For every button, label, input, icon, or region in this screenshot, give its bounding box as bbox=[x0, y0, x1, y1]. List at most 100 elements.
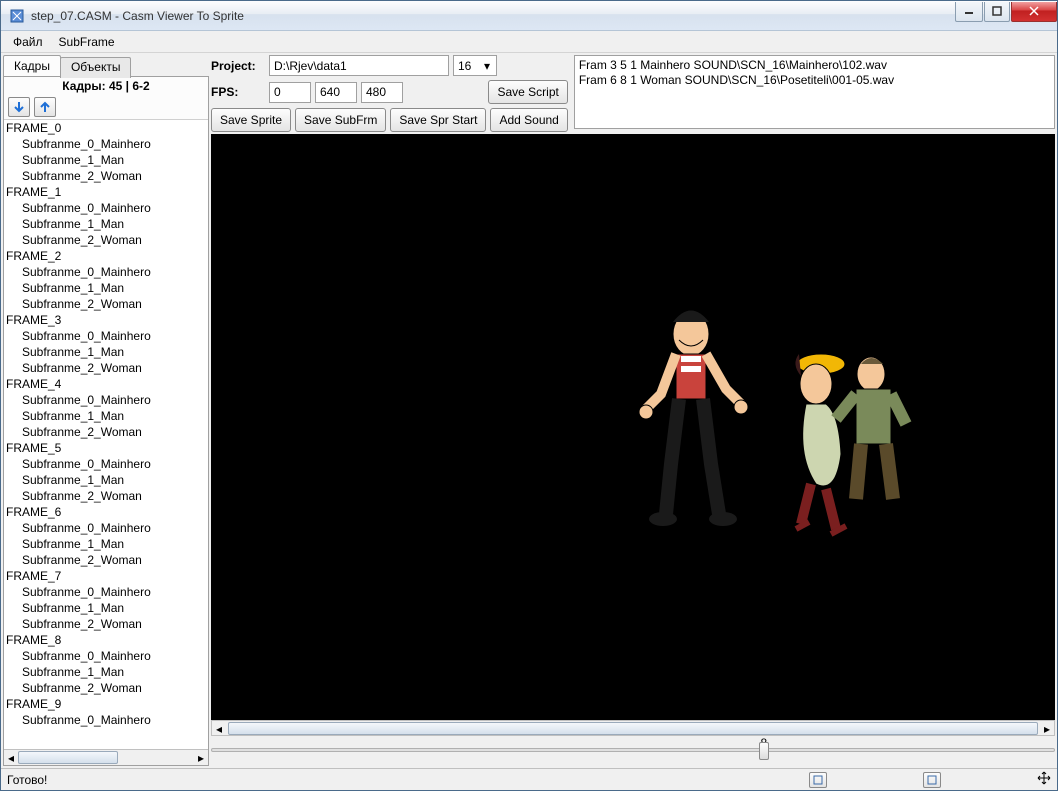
viewer-scroll-left-icon[interactable]: ◂ bbox=[212, 721, 226, 736]
scroll-right-icon[interactable]: ▸ bbox=[194, 750, 208, 765]
move-icon[interactable] bbox=[1037, 771, 1051, 788]
viewer-scroll-thumb[interactable] bbox=[228, 722, 1038, 735]
tree-subframe[interactable]: Subfranme_2_Woman bbox=[4, 360, 208, 376]
close-button[interactable] bbox=[1011, 2, 1057, 22]
tree-subframe[interactable]: Subfranme_2_Woman bbox=[4, 488, 208, 504]
arrow-up-button[interactable] bbox=[34, 97, 56, 117]
log-textbox[interactable]: Fram 3 5 1 Mainhero SOUND\SCN_16\Mainher… bbox=[574, 55, 1055, 129]
save-sprite-button[interactable]: Save Sprite bbox=[211, 108, 291, 132]
tab-frames[interactable]: Кадры bbox=[3, 55, 61, 76]
tree-subframe[interactable]: Subfranme_2_Woman bbox=[4, 296, 208, 312]
tree-frame[interactable]: FRAME_0 bbox=[4, 120, 208, 136]
slider-value-label: 8 bbox=[211, 736, 1055, 748]
chevron-down-icon: ▾ bbox=[480, 59, 494, 73]
viewer-wrap: ◂ ▸ 8 bbox=[211, 134, 1055, 766]
tree-subframe[interactable]: Subfranme_2_Woman bbox=[4, 552, 208, 568]
tree-frame[interactable]: FRAME_9 bbox=[4, 696, 208, 712]
tree-subframe[interactable]: Subfranme_2_Woman bbox=[4, 424, 208, 440]
slider-thumb[interactable] bbox=[759, 742, 769, 760]
add-sound-button[interactable]: Add Sound bbox=[490, 108, 567, 132]
tab-body-frames: Кадры: 45 | 6-2 FRAME_0Subfranme_0_Mainh… bbox=[3, 76, 209, 766]
tree-subframe[interactable]: Subfranme_0_Mainhero bbox=[4, 328, 208, 344]
minimize-button[interactable] bbox=[955, 2, 983, 22]
tree-subframe[interactable]: Subfranme_1_Man bbox=[4, 472, 208, 488]
tree-subframe[interactable]: Subfranme_1_Man bbox=[4, 536, 208, 552]
tree-frame[interactable]: FRAME_8 bbox=[4, 632, 208, 648]
sprite-mainhero bbox=[611, 304, 771, 544]
viewer-h-scrollbar[interactable]: ◂ ▸ bbox=[211, 720, 1055, 736]
content-area: Кадры Объекты Кадры: 45 | 6-2 FRAME_0Sub… bbox=[1, 53, 1057, 768]
left-panel: Кадры Объекты Кадры: 45 | 6-2 FRAME_0Sub… bbox=[3, 55, 209, 766]
maximize-button[interactable] bbox=[984, 2, 1010, 22]
window-title: step_07.CASM - Casm Viewer To Sprite bbox=[31, 9, 954, 23]
frames-header: Кадры: 45 | 6-2 bbox=[4, 77, 208, 95]
tree-subframe[interactable]: Subfranme_1_Man bbox=[4, 408, 208, 424]
tree-h-scrollbar[interactable]: ◂ ▸ bbox=[4, 749, 208, 765]
tree-frame[interactable]: FRAME_2 bbox=[4, 248, 208, 264]
tree-subframe[interactable]: Subfranme_2_Woman bbox=[4, 232, 208, 248]
frame-slider[interactable] bbox=[211, 748, 1055, 752]
height-input[interactable] bbox=[361, 82, 403, 103]
scene-dropdown[interactable]: 16 ▾ bbox=[453, 55, 497, 76]
status-text: Готово! bbox=[7, 773, 801, 787]
arrow-down-icon bbox=[13, 101, 25, 113]
status-icon-2[interactable] bbox=[923, 772, 941, 788]
menubar: Файл SubFrame bbox=[1, 31, 1057, 53]
tree-subframe[interactable]: Subfranme_2_Woman bbox=[4, 616, 208, 632]
tree-frame[interactable]: FRAME_3 bbox=[4, 312, 208, 328]
tab-objects[interactable]: Объекты bbox=[60, 57, 132, 78]
project-label: Project: bbox=[211, 59, 265, 73]
tree-subframe[interactable]: Subfranme_1_Man bbox=[4, 152, 208, 168]
viewer-scroll-right-icon[interactable]: ▸ bbox=[1040, 721, 1054, 736]
arrow-up-icon bbox=[39, 101, 51, 113]
tree-subframe[interactable]: Subfranme_1_Man bbox=[4, 216, 208, 232]
tree-subframe[interactable]: Subfranme_0_Mainhero bbox=[4, 200, 208, 216]
arrow-down-button[interactable] bbox=[8, 97, 30, 117]
menu-subframe[interactable]: SubFrame bbox=[51, 33, 123, 51]
tree-frame[interactable]: FRAME_5 bbox=[4, 440, 208, 456]
width-input[interactable] bbox=[315, 82, 357, 103]
tree-frame[interactable]: FRAME_7 bbox=[4, 568, 208, 584]
tree-frame[interactable]: FRAME_6 bbox=[4, 504, 208, 520]
titlebar[interactable]: step_07.CASM - Casm Viewer To Sprite bbox=[1, 1, 1057, 31]
tree-subframe[interactable]: Subfranme_0_Mainhero bbox=[4, 136, 208, 152]
save-spr-start-button[interactable]: Save Spr Start bbox=[390, 108, 486, 132]
scroll-left-icon[interactable]: ◂ bbox=[4, 750, 18, 765]
tabs: Кадры Объекты bbox=[3, 55, 209, 76]
controls-left: Project: 16 ▾ FPS: Save Script bbox=[211, 55, 568, 132]
fps-label: FPS: bbox=[211, 85, 265, 99]
right-panel: Project: 16 ▾ FPS: Save Script bbox=[211, 55, 1055, 766]
tree-frame[interactable]: FRAME_4 bbox=[4, 376, 208, 392]
frame-tree[interactable]: FRAME_0Subfranme_0_MainheroSubfranme_1_M… bbox=[4, 119, 208, 749]
scene-value: 16 bbox=[458, 59, 471, 73]
project-path-input[interactable] bbox=[269, 55, 449, 76]
statusbar: Готово! bbox=[1, 768, 1057, 790]
app-icon bbox=[9, 8, 25, 24]
frame-slider-row: 8 bbox=[211, 736, 1055, 766]
tree-subframe[interactable]: Subfranme_0_Mainhero bbox=[4, 392, 208, 408]
save-subfrm-button[interactable]: Save SubFrm bbox=[295, 108, 386, 132]
tree-subframe[interactable]: Subfranme_2_Woman bbox=[4, 680, 208, 696]
tree-subframe[interactable]: Subfranme_0_Mainhero bbox=[4, 520, 208, 536]
scroll-thumb[interactable] bbox=[18, 751, 118, 764]
tree-subframe[interactable]: Subfranme_1_Man bbox=[4, 280, 208, 296]
tree-subframe[interactable]: Subfranme_1_Man bbox=[4, 344, 208, 360]
tree-subframe[interactable]: Subfranme_0_Mainhero bbox=[4, 648, 208, 664]
top-controls: Project: 16 ▾ FPS: Save Script bbox=[211, 55, 1055, 132]
tree-frame[interactable]: FRAME_1 bbox=[4, 184, 208, 200]
tree-subframe[interactable]: Subfranme_0_Mainhero bbox=[4, 456, 208, 472]
tree-subframe[interactable]: Subfranme_0_Mainhero bbox=[4, 712, 208, 728]
menu-file[interactable]: Файл bbox=[5, 33, 51, 51]
save-script-button[interactable]: Save Script bbox=[488, 80, 567, 104]
tree-subframe[interactable]: Subfranme_0_Mainhero bbox=[4, 264, 208, 280]
tree-subframe[interactable]: Subfranme_0_Mainhero bbox=[4, 584, 208, 600]
arrow-row bbox=[4, 95, 208, 119]
tree-subframe[interactable]: Subfranme_1_Man bbox=[4, 664, 208, 680]
window-controls bbox=[954, 2, 1057, 22]
sprite-viewer[interactable] bbox=[211, 134, 1055, 720]
status-icon-1[interactable] bbox=[809, 772, 827, 788]
tree-subframe[interactable]: Subfranme_1_Man bbox=[4, 600, 208, 616]
sprite-couple bbox=[761, 334, 941, 554]
tree-subframe[interactable]: Subfranme_2_Woman bbox=[4, 168, 208, 184]
fps-input[interactable] bbox=[269, 82, 311, 103]
